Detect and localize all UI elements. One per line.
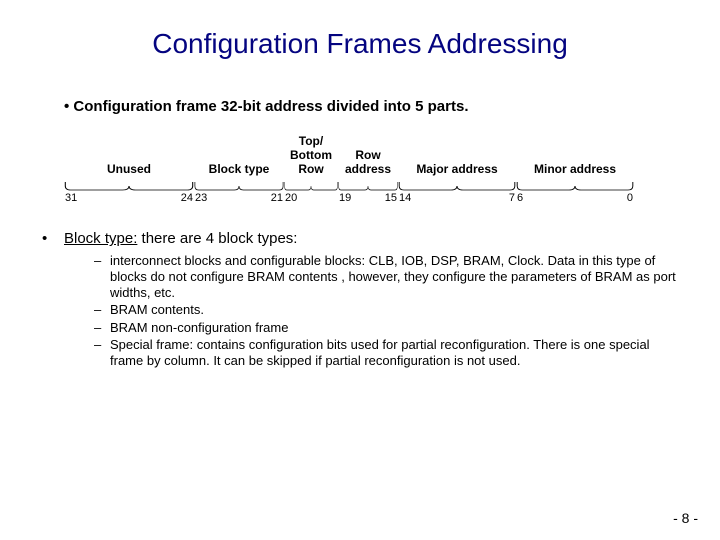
field-label-blocktype: Block type	[194, 163, 284, 182]
bit-unused-lo: 24	[181, 192, 193, 204]
brace-topbot	[284, 181, 338, 191]
body-lead-rest: there are 4 block types:	[137, 230, 297, 247]
brace-major	[398, 181, 516, 191]
field-label-major: Major address	[398, 163, 516, 182]
address-diagram: Unused Block type Top/ Bottom Row Row ad…	[64, 135, 678, 204]
bit-major-lo: 7	[509, 192, 515, 204]
field-label-row: Row address	[338, 149, 398, 182]
page-number: - 8 -	[673, 510, 698, 526]
intro-text: Configuration frame 32-bit address divid…	[73, 98, 468, 115]
bit-row-hi: 19	[339, 192, 351, 204]
intro-bullet: •	[64, 98, 73, 115]
bit-minor-hi: 6	[517, 192, 523, 204]
bit-block-lo: 21	[271, 192, 283, 204]
bit-row-lo: 15	[385, 192, 397, 204]
body-lead: • Block type: there are 4 block types:	[42, 230, 678, 247]
brace-unused	[64, 181, 194, 191]
list-item: interconnect blocks and configurable blo…	[94, 253, 678, 300]
list-item: Special frame: contains configuration bi…	[94, 337, 678, 368]
field-label-topbottom: Top/ Bottom Row	[284, 135, 338, 181]
body-sublist: interconnect blocks and configurable blo…	[94, 253, 678, 368]
body-lead-underlined: Block type:	[64, 230, 137, 247]
brace-block	[194, 181, 284, 191]
brace-row-field	[338, 181, 398, 191]
intro-line: • Configuration frame 32-bit address div…	[64, 98, 678, 115]
field-label-unused: Unused	[64, 163, 194, 182]
page-title: Configuration Frames Addressing	[42, 28, 678, 60]
list-item: BRAM contents.	[94, 302, 678, 318]
list-item: BRAM non-configuration frame	[94, 320, 678, 336]
brace-minor	[516, 181, 634, 191]
field-label-minor: Minor address	[516, 163, 634, 182]
bit-minor-lo: 0	[627, 192, 633, 204]
bit-major-hi: 14	[399, 192, 411, 204]
bit-block-hi: 23	[195, 192, 207, 204]
bit-topbot-hi: 20	[285, 192, 297, 204]
bit-unused-hi: 31	[65, 192, 77, 204]
